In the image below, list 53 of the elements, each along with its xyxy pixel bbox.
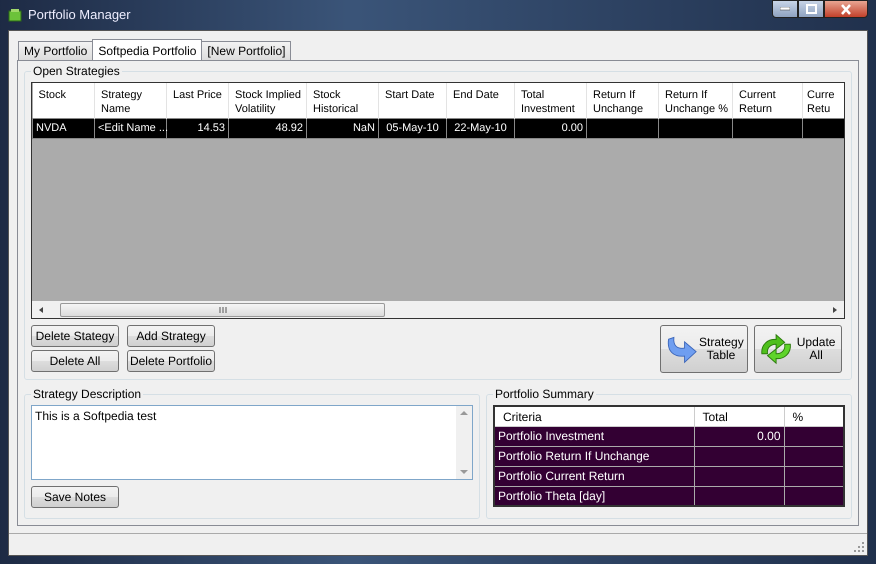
column-header[interactable]: Curre Retu — [802, 83, 844, 118]
strategy-button[interactable]: Delete Portfolio — [127, 350, 215, 372]
column-header[interactable]: Stock Historical — [306, 83, 378, 118]
table-cell: 05-May-10 — [378, 118, 446, 138]
recycle-arrows-icon — [759, 332, 794, 366]
table-cell: 14.53 — [166, 118, 228, 138]
column-header[interactable]: Stock — [32, 83, 94, 118]
minimize-icon — [780, 7, 790, 11]
resize-grip-icon[interactable] — [854, 542, 864, 552]
table-cell: Portfolio Return If Unchange — [494, 446, 694, 466]
column-header[interactable]: End Date — [446, 83, 514, 118]
horizontal-scrollbar[interactable] — [32, 301, 844, 318]
column-header[interactable]: Current Return — [732, 83, 802, 118]
table-cell: Portfolio Investment — [494, 426, 694, 446]
table-cell: NVDA — [32, 118, 94, 138]
column-header[interactable]: Criteria — [494, 406, 694, 426]
column-header[interactable]: Start Date — [378, 83, 446, 118]
table-cell: Portfolio Theta [day] — [494, 486, 694, 506]
tool-button[interactable]: Strategy Table — [660, 325, 748, 373]
close-icon — [840, 4, 852, 14]
column-header[interactable]: Return If Unchange % — [658, 83, 732, 118]
tab[interactable]: [New Portfolio] — [201, 41, 292, 60]
grip-icon[interactable] — [218, 306, 226, 312]
column-header[interactable]: Strategy Name — [94, 83, 166, 118]
table-cell: 22-May-10 — [446, 118, 514, 138]
table-cell: 0.00 — [694, 426, 784, 446]
save-notes-button[interactable]: Save Notes — [31, 486, 119, 508]
group-title: Strategy Description — [31, 387, 144, 402]
strategy-button[interactable]: Delete Stategy — [31, 325, 119, 347]
table-cell: <Edit Name ... — [94, 118, 166, 138]
strategy-button[interactable]: Delete All — [31, 350, 119, 372]
table-cell: Portfolio Current Return — [494, 466, 694, 486]
column-header[interactable]: Stock Implied Volatility — [228, 83, 306, 118]
table-cell: 48.92 — [228, 118, 306, 138]
tab[interactable]: Softpedia Portfolio — [92, 39, 202, 60]
app-icon — [8, 8, 22, 22]
table-cell: NaN — [306, 118, 378, 138]
strategy-button[interactable]: Add Strategy — [127, 325, 215, 347]
column-header[interactable]: % — [784, 406, 844, 426]
group-title: Open Strategies — [31, 64, 122, 78]
close-button[interactable] — [824, 0, 868, 18]
tool-button[interactable]: Update All — [754, 325, 842, 373]
maximize-button[interactable] — [798, 0, 824, 18]
column-header[interactable]: Last Price — [166, 83, 228, 118]
window-title: Portfolio Manager — [28, 6, 131, 24]
tab[interactable]: My Portfolio — [18, 41, 94, 60]
column-header[interactable]: Total Investment — [514, 83, 586, 118]
column-header[interactable]: Return If Unchange — [586, 83, 658, 118]
table-cell: 0.00 — [514, 118, 586, 138]
minimize-button[interactable] — [772, 0, 798, 18]
column-header[interactable]: Total — [694, 406, 784, 426]
group-title: Portfolio Summary — [493, 387, 596, 402]
maximize-icon — [806, 4, 816, 14]
